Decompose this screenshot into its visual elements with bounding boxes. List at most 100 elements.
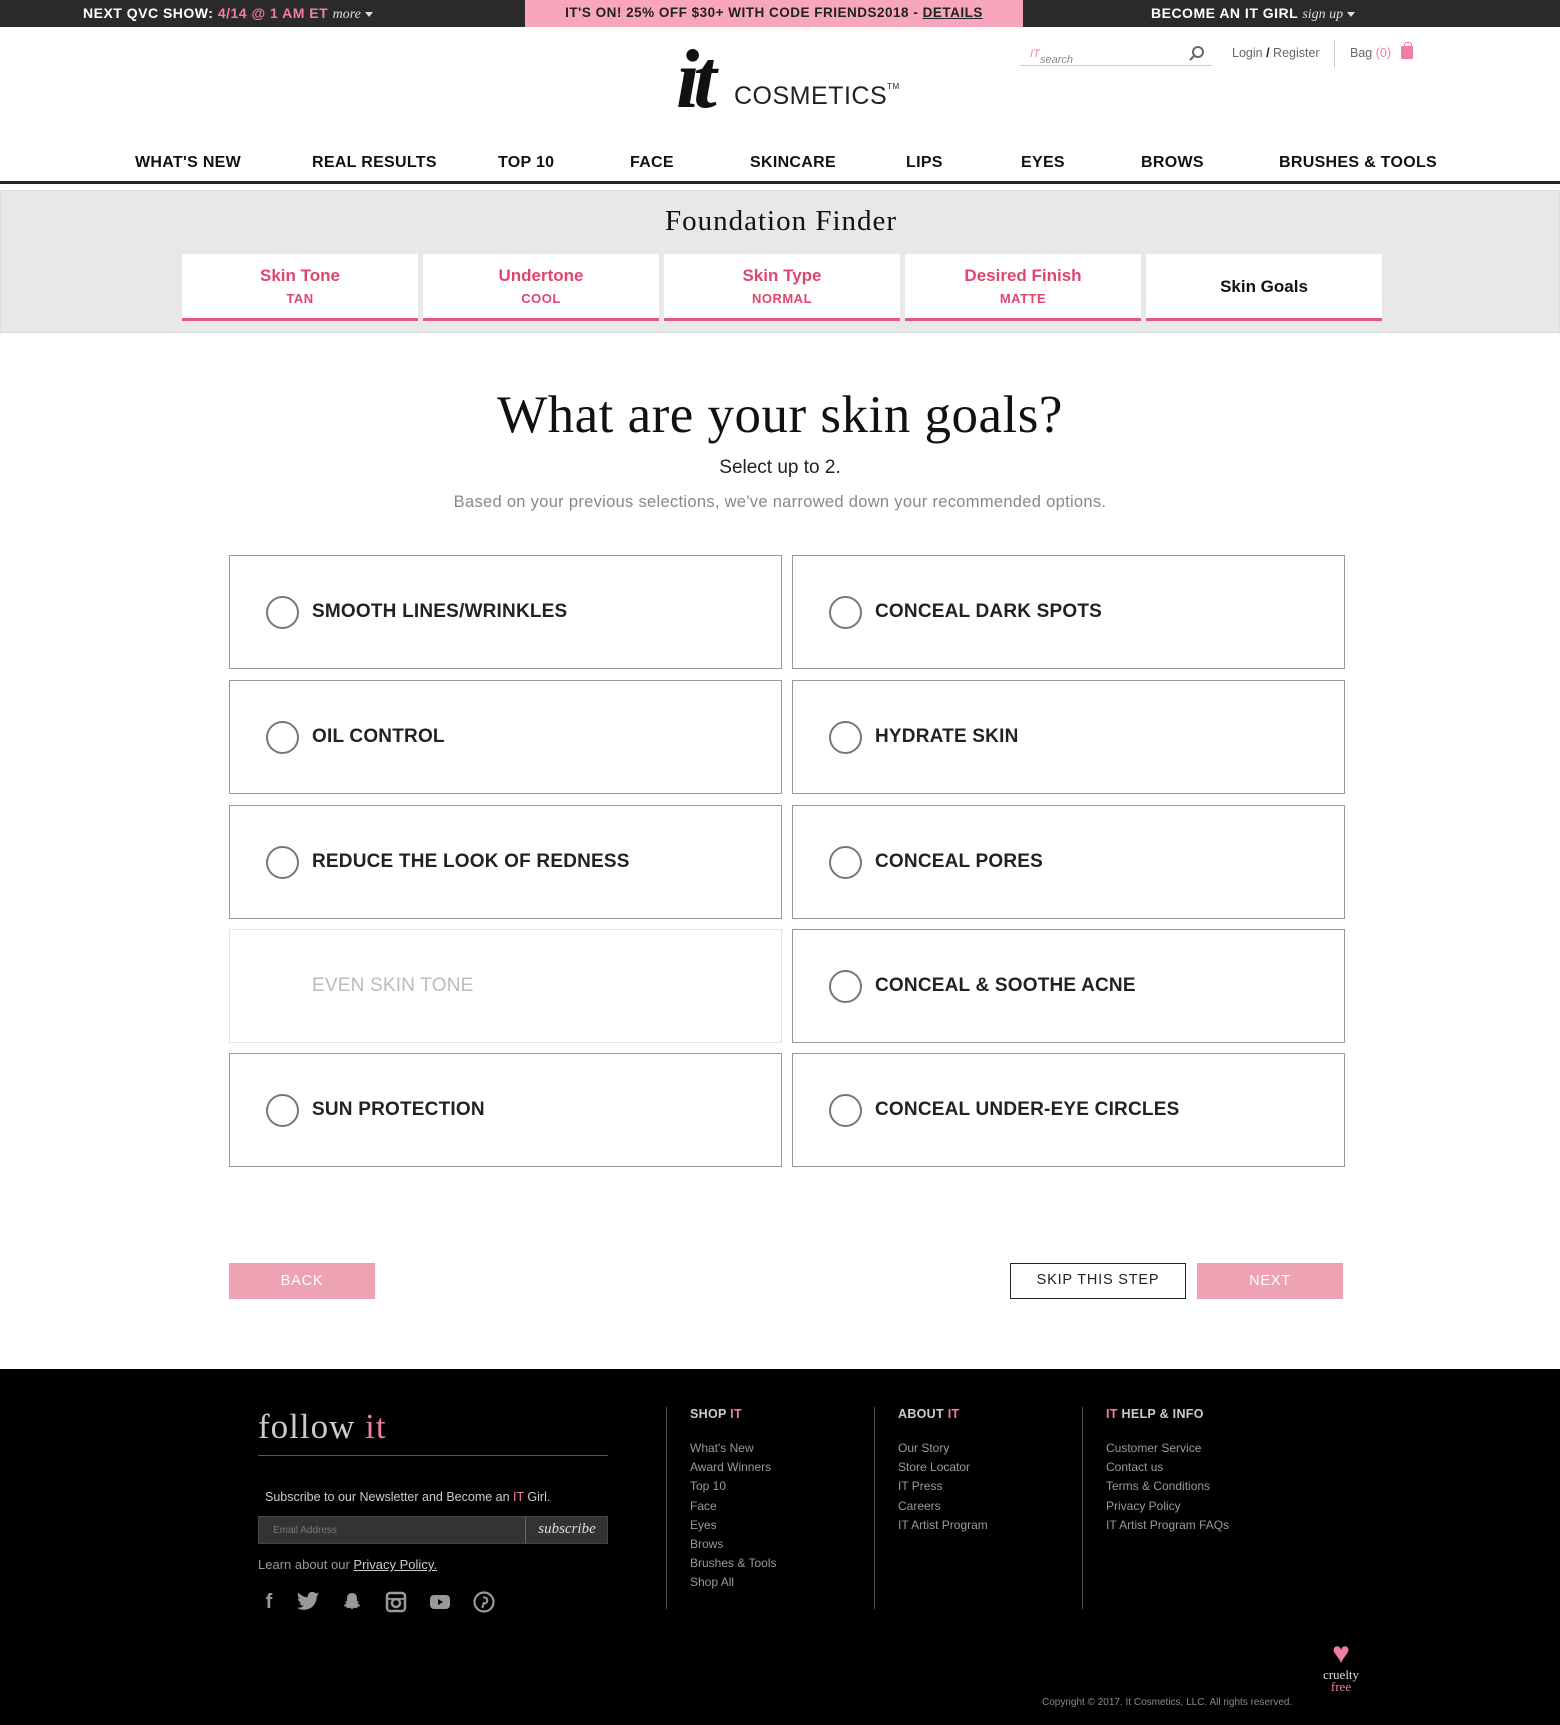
radio-button[interactable]: [266, 596, 299, 629]
subscribe-button[interactable]: subscribe: [525, 1517, 608, 1543]
follow-it-heading: follow it: [258, 1407, 387, 1446]
option-label: EVEN SKIN TONE: [312, 975, 474, 996]
radio-button[interactable]: [829, 1094, 862, 1127]
option-sun-protection[interactable]: SUN PROTECTION: [229, 1053, 782, 1167]
youtube-icon[interactable]: [429, 1591, 451, 1613]
cruelty-free-badge: ♥ cruelty free: [1316, 1639, 1366, 1711]
privacy-notice: Learn about our Privacy Policy.: [258, 1557, 437, 1572]
email-field[interactable]: Email Address: [273, 1525, 337, 1536]
bunny-heart-icon: ♥: [1332, 1637, 1350, 1670]
qvc-show-notice[interactable]: NEXT QVC SHOW: 4/14 @ 1 AM ET more: [83, 5, 373, 23]
snapchat-icon[interactable]: [341, 1591, 363, 1613]
footer-link[interactable]: Top 10: [690, 1479, 777, 1498]
divider: [1082, 1407, 1083, 1609]
footer-column-help: IT HELP & INFO Customer Service Contact …: [1082, 1407, 1229, 1609]
step-desired-finish[interactable]: Desired Finish MATTE: [905, 254, 1141, 321]
footer-heading: IT HELP & INFO: [1106, 1407, 1204, 1421]
divider: [874, 1407, 875, 1609]
step-undertone[interactable]: Undertone COOL: [423, 254, 659, 321]
shopping-bag-link[interactable]: Bag (0): [1350, 42, 1413, 60]
footer-link[interactable]: IT Artist Program: [898, 1518, 988, 1537]
nav-item-whats-new[interactable]: WHAT'S NEW: [135, 154, 241, 172]
next-button[interactable]: NEXT: [1197, 1263, 1343, 1299]
nav-item-real-results[interactable]: REAL RESULTS: [312, 154, 437, 172]
instagram-icon[interactable]: [385, 1591, 407, 1613]
step-skin-type[interactable]: Skin Type NORMAL: [664, 254, 900, 321]
nav-item-brushes-tools[interactable]: BRUSHES & TOOLS: [1279, 154, 1437, 172]
search-input[interactable]: search IT: [1020, 42, 1212, 66]
divider: [666, 1407, 667, 1609]
footer-link[interactable]: IT Press: [898, 1479, 988, 1498]
footer-link[interactable]: Careers: [898, 1499, 988, 1518]
nav-item-top-10[interactable]: TOP 10: [498, 154, 554, 172]
question-instruction: Select up to 2.: [719, 457, 841, 478]
shopping-bag-icon: [1400, 42, 1413, 59]
option-reduce-redness[interactable]: REDUCE THE LOOK OF REDNESS: [229, 805, 782, 919]
option-conceal-soothe-acne[interactable]: CONCEAL & SOOTHE ACNE: [792, 929, 1345, 1043]
twitter-icon[interactable]: [297, 1591, 319, 1613]
bag-label: Bag: [1350, 46, 1373, 60]
radio-button[interactable]: [829, 721, 862, 754]
footer-link[interactable]: IT Artist Program FAQs: [1106, 1518, 1229, 1537]
footer-link[interactable]: Shop All: [690, 1575, 777, 1594]
search-icon[interactable]: [1192, 46, 1204, 58]
facebook-icon[interactable]: f: [258, 1591, 280, 1613]
footer-link[interactable]: Contact us: [1106, 1460, 1229, 1479]
option-oil-control[interactable]: OIL CONTROL: [229, 680, 782, 794]
nav-item-eyes[interactable]: EYES: [1021, 154, 1065, 172]
option-label: REDUCE THE LOOK OF REDNESS: [312, 851, 630, 872]
it-girl-label: BECOME AN IT GIRL: [1151, 5, 1298, 21]
login-link[interactable]: Login: [1232, 46, 1263, 60]
footer-link[interactable]: Privacy Policy: [1106, 1499, 1229, 1518]
nav-item-skincare[interactable]: SKINCARE: [750, 154, 836, 172]
option-conceal-pores[interactable]: CONCEAL PORES: [792, 805, 1345, 919]
radio-button[interactable]: [266, 846, 299, 879]
step-skin-tone[interactable]: Skin Tone TAN: [182, 254, 418, 321]
option-conceal-under-eye-circles[interactable]: CONCEAL UNDER-EYE CIRCLES: [792, 1053, 1345, 1167]
option-hydrate-skin[interactable]: HYDRATE SKIN: [792, 680, 1345, 794]
nav-item-brows[interactable]: BROWS: [1141, 154, 1204, 172]
it-girl-signup[interactable]: BECOME AN IT GIRL sign up: [1151, 5, 1356, 23]
step-value: MATTE: [999, 291, 1047, 306]
nav-item-lips[interactable]: LIPS: [906, 154, 943, 172]
footer-link[interactable]: Customer Service: [1106, 1441, 1229, 1460]
radio-button[interactable]: [266, 1094, 299, 1127]
option-label: SMOOTH LINES/WRINKLES: [312, 601, 568, 622]
footer-link[interactable]: Eyes: [690, 1518, 777, 1537]
radio-button[interactable]: [829, 846, 862, 879]
footer-link[interactable]: Award Winners: [690, 1460, 777, 1479]
radio-button[interactable]: [829, 970, 862, 1003]
footer-link[interactable]: Terms & Conditions: [1106, 1479, 1229, 1498]
option-label: OIL CONTROL: [312, 726, 445, 747]
it-cosmetics-logo[interactable]: it COSMETICSTM: [676, 38, 899, 124]
step-skin-goals[interactable]: Skin Goals: [1146, 254, 1382, 321]
main-navigation: WHAT'S NEW REAL RESULTS TOP 10 FACE SKIN…: [0, 150, 1560, 184]
option-label: CONCEAL PORES: [875, 851, 1043, 872]
promo-text: IT'S ON! 25% OFF $30+ WITH CODE FRIENDS2…: [565, 5, 923, 20]
footer-heading: SHOP IT: [690, 1407, 742, 1421]
step-value: COOL: [521, 291, 561, 306]
radio-button[interactable]: [829, 596, 862, 629]
option-label: CONCEAL DARK SPOTS: [875, 601, 1103, 622]
newsletter-form: Email Address subscribe: [258, 1516, 608, 1544]
radio-button[interactable]: [266, 721, 299, 754]
footer-link[interactable]: What's New: [690, 1441, 777, 1460]
footer-link[interactable]: Store Locator: [898, 1460, 988, 1479]
promo-details-link[interactable]: DETAILS: [923, 5, 983, 20]
skip-step-button[interactable]: SKIP THIS STEP: [1010, 1263, 1186, 1299]
back-button[interactable]: BACK: [229, 1263, 375, 1299]
footer-link[interactable]: Face: [690, 1499, 777, 1518]
option-conceal-dark-spots[interactable]: CONCEAL DARK SPOTS: [792, 555, 1345, 669]
option-smooth-lines-wrinkles[interactable]: SMOOTH LINES/WRINKLES: [229, 555, 782, 669]
chevron-down-icon: [1347, 11, 1356, 17]
sign-up-link[interactable]: sign up: [1302, 7, 1343, 22]
qvc-more-link[interactable]: more: [333, 7, 361, 22]
privacy-policy-link[interactable]: Privacy Policy.: [353, 1557, 437, 1572]
nav-item-face[interactable]: FACE: [630, 154, 674, 172]
footer-link[interactable]: Brows: [690, 1537, 777, 1556]
footer-link[interactable]: Our Story: [898, 1441, 988, 1460]
register-link[interactable]: Register: [1273, 46, 1320, 60]
footer-link[interactable]: Brushes & Tools: [690, 1556, 777, 1575]
pinterest-icon[interactable]: [473, 1591, 495, 1613]
option-label: CONCEAL UNDER-EYE CIRCLES: [875, 1099, 1180, 1120]
